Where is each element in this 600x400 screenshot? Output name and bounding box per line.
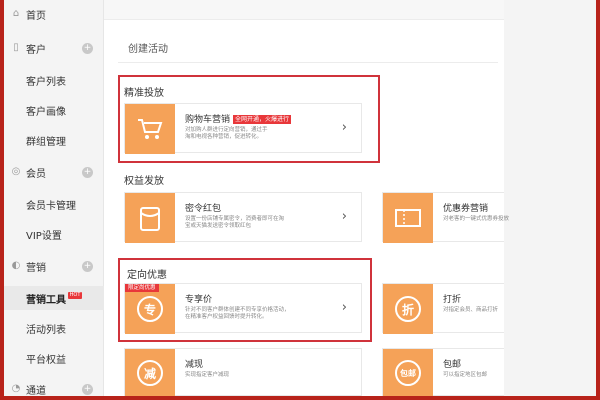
sidebar-item-label: 客户: [26, 44, 46, 56]
sidebar-item-member-card[interactable]: 会员卡管理: [4, 192, 104, 216]
sidebar-item-label: 群组管理: [26, 136, 66, 148]
coupon-icon: [383, 193, 433, 243]
sidebar-item-customer-list[interactable]: 客户列表: [4, 68, 104, 92]
card-free-shipping[interactable]: 包邮 包邮 可以指定地区包邮: [382, 348, 504, 396]
card-title: 减现: [185, 360, 204, 370]
card-description: 实现指定客户减现: [185, 372, 230, 378]
sidebar-item-marketing-tools[interactable]: 营销工具 HOT: [4, 286, 104, 310]
home-icon: ⌂: [12, 8, 20, 19]
expand-icon[interactable]: +: [82, 261, 93, 272]
card-title: 密令红包: [185, 204, 222, 214]
channel-icon: ◔: [11, 383, 21, 394]
sidebar-group-channels[interactable]: ◔ 通道 +: [4, 377, 104, 396]
page-title: 创建活动: [128, 44, 168, 55]
card-discount[interactable]: 折 打折 对指定会员、商品打折: [382, 283, 504, 334]
expand-icon[interactable]: +: [82, 384, 93, 395]
highlight-box: [118, 75, 380, 163]
marketing-icon: ◐: [11, 260, 21, 271]
discount-icon: 折: [383, 284, 433, 334]
red-packet-icon: [125, 193, 175, 243]
top-bar: [104, 0, 504, 20]
highlight-box: [118, 258, 372, 342]
card-title: 优惠券营销: [443, 204, 489, 214]
card-description: 对老客的一键式优惠券投放: [443, 216, 510, 222]
card-title: 包邮: [443, 360, 462, 370]
sidebar-item-label: 客户画像: [26, 106, 66, 118]
member-icon: ◎: [11, 166, 21, 177]
sidebar-item-label: 营销工具: [26, 294, 66, 306]
sidebar-group-customers[interactable]: ▯ 客户 +: [4, 36, 104, 60]
sidebar-group-members[interactable]: ◎ 会员 +: [4, 160, 104, 184]
sidebar-item-label: 平台权益: [26, 354, 66, 366]
chevron-right-icon[interactable]: ›: [342, 209, 347, 224]
customer-icon: ▯: [13, 42, 19, 53]
section-title-rights: 权益发放: [124, 176, 164, 187]
card-title: 打折: [443, 295, 462, 305]
sidebar-item-label: 首页: [26, 10, 46, 22]
card-red-packet[interactable]: 密令红包 设置一份店铺专属密令，消费者即可在淘 宝或天猫发送密令领取红包 ›: [124, 192, 362, 243]
divider: [118, 62, 498, 63]
expand-icon[interactable]: +: [82, 43, 93, 54]
sidebar: ⌂ 首页 ▯ 客户 + 客户列表 客户画像 群组管理 ◎ 会员 + 会员卡管理 …: [4, 0, 104, 396]
card-description: 对指定会员、商品打折: [443, 307, 499, 313]
sidebar-item-label: 会员卡管理: [26, 200, 76, 212]
sidebar-item-home[interactable]: ⌂ 首页: [4, 2, 104, 26]
card-coupon-marketing[interactable]: 优惠券营销 对老客的一键式优惠券投放: [382, 192, 509, 243]
sidebar-item-vip-settings[interactable]: VIP设置: [4, 222, 104, 246]
sidebar-item-label: 会员: [26, 168, 46, 180]
sidebar-item-label: 通道: [26, 385, 46, 397]
hot-badge: HOT: [68, 292, 82, 299]
sidebar-item-label: VIP设置: [26, 230, 62, 242]
app-window: ⌂ 首页 ▯ 客户 + 客户列表 客户画像 群组管理 ◎ 会员 + 会员卡管理 …: [4, 0, 596, 396]
expand-icon[interactable]: +: [82, 167, 93, 178]
sidebar-item-group-mgmt[interactable]: 群组管理: [4, 128, 104, 152]
right-panel: [504, 0, 596, 396]
sidebar-item-label: 营销: [26, 262, 46, 274]
free-shipping-icon: 包邮: [383, 349, 433, 396]
sidebar-item-platform-rights[interactable]: 平台权益: [4, 346, 104, 370]
card-description: 设置一份店铺专属密令，消费者即可在淘 宝或天猫发送密令领取红包: [185, 216, 285, 229]
sidebar-item-label: 客户列表: [26, 76, 66, 88]
sidebar-item-activity-list[interactable]: 活动列表: [4, 316, 104, 340]
sidebar-item-label: 活动列表: [26, 324, 66, 336]
card-description: 可以指定地区包邮: [443, 372, 488, 378]
card-cash-reduction[interactable]: 减 减现 实现指定客户减现: [124, 348, 362, 396]
sidebar-item-customer-profile[interactable]: 客户画像: [4, 98, 104, 122]
reduction-icon: 减: [125, 349, 175, 396]
sidebar-group-marketing[interactable]: ◐ 营销 +: [4, 254, 104, 278]
